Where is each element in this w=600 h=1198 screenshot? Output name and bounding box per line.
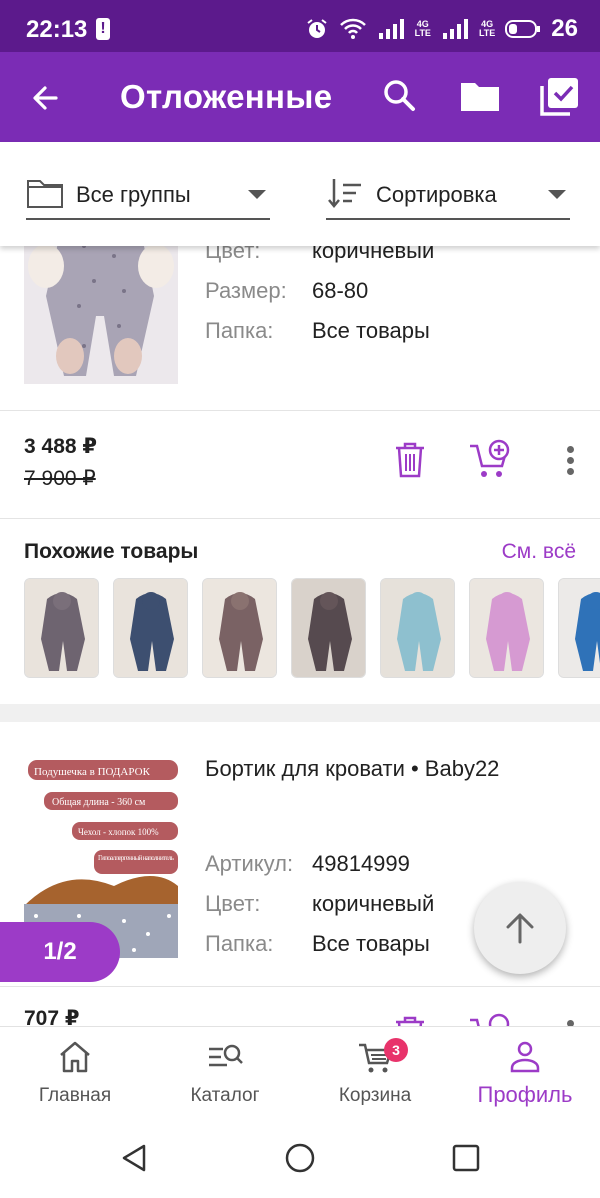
bottom-navigation: Главная Каталог Корзина Профиль — [0, 1026, 600, 1120]
group-select-label: Все группы — [76, 182, 191, 207]
product-title[interactable]: Бортик для кровати • Baby22 — [205, 756, 499, 782]
see-all-link[interactable]: См. всё — [502, 540, 576, 564]
battery-icon — [505, 20, 541, 38]
similar-product-thumb[interactable] — [113, 578, 188, 678]
checklist-icon[interactable] — [538, 74, 582, 118]
prop-value: коричневый — [312, 246, 435, 263]
arrow-up-icon — [506, 913, 534, 944]
svg-text:Подушечка в ПОДАРОК: Подушечка в ПОДАРОК — [34, 766, 151, 778]
nav-item-home[interactable]: Главная — [0, 1027, 150, 1121]
system-recents-icon[interactable] — [450, 1142, 482, 1174]
battery-level: 26 — [551, 15, 578, 42]
nav-label: Главная — [38, 1085, 112, 1106]
group-select[interactable]: Все группы — [26, 172, 270, 220]
wifi-icon — [339, 18, 366, 39]
similar-product-thumb[interactable] — [202, 578, 277, 678]
product-price: 707 ₽ — [24, 1007, 80, 1026]
prop-value: Все товары — [312, 931, 430, 956]
more-options-icon[interactable] — [560, 438, 580, 482]
nav-label: Каталог — [190, 1085, 260, 1106]
product-price: 3 488 ₽ — [24, 435, 97, 458]
prop-value: коричневый — [312, 891, 435, 916]
signal-icon — [442, 19, 468, 39]
prop-key: Артикул: — [205, 851, 294, 876]
trash-icon[interactable] — [388, 438, 432, 482]
prop-value: Все товары — [312, 318, 430, 343]
similar-product-thumb[interactable] — [380, 578, 455, 678]
product-image[interactable] — [24, 246, 178, 384]
prop-value: 68-80 — [312, 278, 369, 303]
network-type-label: 4G LTE — [478, 19, 496, 38]
page-title: Отложенные — [120, 78, 333, 115]
system-navigation-bar — [0, 1120, 600, 1198]
prop-key: Цвет: — [205, 891, 261, 916]
snowsuit-image — [24, 246, 178, 384]
sort-select[interactable]: Сортировка — [326, 172, 570, 220]
similar-product-thumb[interactable] — [24, 578, 99, 678]
profile-icon — [510, 1041, 540, 1073]
status-icons: 4G LTE 4G LTE 26 — [305, 14, 578, 44]
folder-outline-icon — [27, 180, 63, 208]
home-icon — [60, 1041, 90, 1073]
prop-key: Папка: — [205, 318, 274, 343]
prop-value: 49814999 — [312, 851, 410, 876]
alarm-icon — [307, 19, 327, 38]
nav-item-cart[interactable]: Корзина — [300, 1027, 450, 1121]
similar-product-thumb[interactable] — [558, 578, 600, 678]
network-type-label: 4G LTE — [414, 19, 431, 38]
nav-item-catalog[interactable]: Каталог — [150, 1027, 300, 1121]
prop-key: Размер: — [205, 278, 287, 303]
svg-text:Общая длина - 360 см: Общая длина - 360 см — [52, 797, 146, 808]
nav-item-profile[interactable]: Профиль — [450, 1027, 600, 1121]
nav-label: Профиль — [477, 1082, 573, 1107]
notification-icon: ! — [96, 18, 110, 40]
similar-title: Похожие товары — [24, 540, 199, 563]
scroll-top-button[interactable] — [474, 882, 566, 974]
prop-key: Цвет: — [205, 246, 261, 263]
svg-text:Чехол - хлопок 100%: Чехол - хлопок 100% — [78, 827, 159, 837]
filter-bar: Все группы Сортировка — [0, 142, 600, 246]
similar-products-row — [24, 578, 600, 678]
arrow-left-icon[interactable] — [24, 76, 68, 120]
product-old-price: 7 900 ₽ — [24, 467, 96, 490]
catalog-search-icon — [209, 1044, 243, 1067]
trash-icon[interactable] — [388, 1012, 432, 1026]
folder-icon[interactable] — [458, 74, 502, 118]
cart-badge: 3 — [384, 1038, 408, 1062]
status-bar: 22:13 ! 4G LTE 4G LTE 26 — [0, 0, 600, 52]
divider — [0, 410, 600, 411]
svg-text:Гипоаллергенный наполнитель: Гипоаллергенный наполнитель — [98, 854, 174, 862]
add-to-cart-icon[interactable] — [468, 1012, 512, 1026]
signal-icon — [378, 19, 404, 39]
add-to-cart-icon[interactable] — [468, 438, 512, 482]
system-home-icon[interactable] — [284, 1142, 316, 1174]
similar-product-thumb[interactable] — [291, 578, 366, 678]
search-icon[interactable] — [378, 74, 422, 118]
status-time: 22:13 — [26, 16, 88, 43]
chevron-down-icon — [548, 190, 566, 199]
nav-label: Корзина — [338, 1085, 412, 1106]
divider — [0, 986, 600, 987]
sort-select-label: Сортировка — [376, 182, 497, 207]
more-options-icon[interactable] — [560, 1012, 580, 1026]
page-indicator: 1/2 — [0, 922, 120, 982]
chevron-down-icon — [248, 190, 266, 199]
prop-key: Папка: — [205, 931, 274, 956]
sort-icon — [328, 179, 361, 208]
similar-product-thumb[interactable] — [469, 578, 544, 678]
card-separator — [0, 704, 600, 722]
app-bar: Отложенные — [0, 52, 600, 142]
system-back-icon[interactable] — [118, 1142, 150, 1174]
divider — [0, 518, 600, 519]
